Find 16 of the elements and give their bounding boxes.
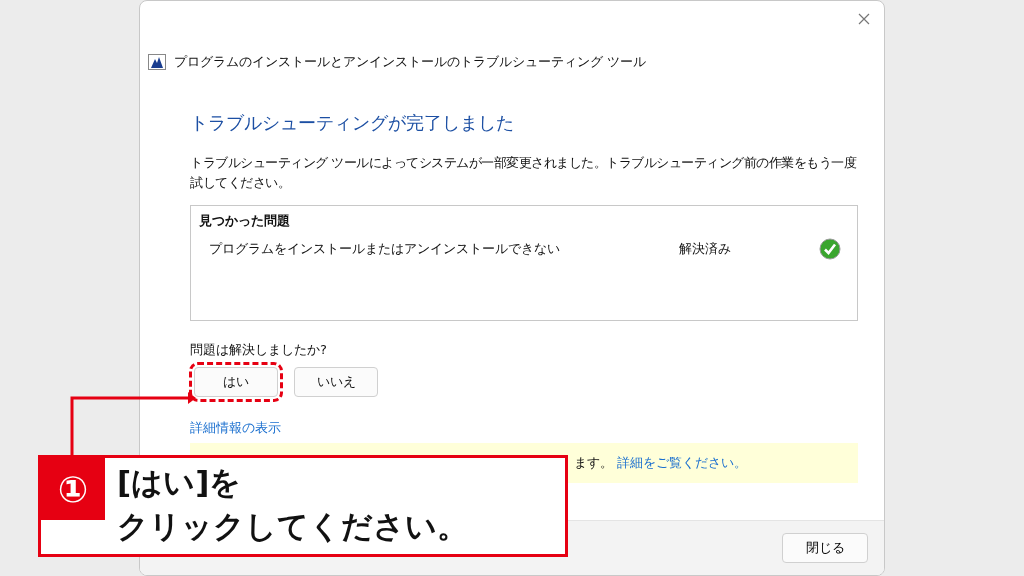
description: トラブルシューティング ツールによってシステムが一部変更されました。トラブルシューティング前の作業をもう一度試してください。 bbox=[190, 154, 858, 192]
answer-button[interactable]: いいえ bbox=[294, 367, 378, 397]
notice-text: ます。 bbox=[574, 454, 613, 472]
problems-title: 見つかった問題 bbox=[199, 212, 291, 230]
window-title: プログラムのインストールとアンインストールのトラブルシューティング ツール bbox=[174, 53, 647, 71]
problem-name: プログラムをインストールまたはアンインストールできない bbox=[209, 240, 561, 258]
problem-status: 解決済み bbox=[679, 240, 732, 258]
close-button[interactable]: 閉じる bbox=[782, 533, 868, 563]
heading: トラブルシューティングが完了しました bbox=[190, 111, 515, 135]
question: 問題は解決しましたか? bbox=[190, 341, 328, 359]
app-icon bbox=[148, 54, 166, 70]
step-number: ① bbox=[41, 458, 105, 520]
notice-link[interactable]: 詳細をご覧ください。 bbox=[617, 454, 747, 472]
close-icon[interactable] bbox=[858, 13, 870, 25]
annotation-text: [はい]を クリックしてください。 bbox=[116, 463, 468, 546]
details-link[interactable]: 詳細情報の表示 bbox=[190, 419, 858, 437]
